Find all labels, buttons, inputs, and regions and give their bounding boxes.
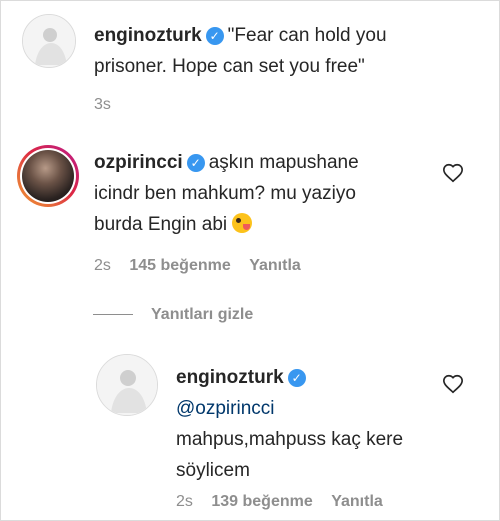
avatar-ozpirincci[interactable]	[17, 145, 79, 207]
verified-badge-icon: ✓	[186, 154, 205, 172]
reply-button[interactable]: Yanıtla	[331, 493, 383, 510]
reply-text-line2: söylicem	[176, 460, 250, 481]
comment-meta: 2s 145 beğenme Yanıtla	[94, 257, 301, 275]
reply-button[interactable]: Yanıtla	[249, 257, 301, 274]
reply-meta: 2s 139 beğenme Yanıtla	[176, 493, 383, 511]
heart-icon[interactable]	[442, 373, 464, 395]
zany-face-emoji	[232, 213, 253, 233]
avatar-photo	[22, 150, 74, 202]
comment-text-line2: prisoner. Hope can set you free"	[94, 56, 365, 77]
avatar-enginozturk[interactable]	[22, 14, 76, 68]
reply-username[interactable]: enginozturk	[176, 367, 284, 388]
hide-replies-toggle[interactable]: Yanıtları gizle	[93, 306, 253, 324]
hide-replies-label[interactable]: Yanıtları gizle	[151, 306, 253, 323]
comment-text-line1: aşkın mapushane	[208, 152, 359, 173]
mention-link[interactable]: @ozpirincci	[176, 398, 274, 419]
avatar-photo	[23, 15, 75, 67]
comment-time[interactable]: 2s	[94, 257, 111, 274]
reply-body: enginozturk ✓ @ozpirincci mahpus,mahpuss …	[176, 362, 436, 486]
comment-text-line2: icindr ben mahkum? mu yaziyo	[94, 183, 356, 204]
comment-meta: 3s	[94, 96, 111, 114]
avatar-enginozturk[interactable]	[96, 354, 158, 416]
likes-count[interactable]: 139 beğenme	[211, 493, 312, 510]
avatar-photo	[97, 355, 157, 415]
comment-username[interactable]: ozpirincci	[94, 152, 183, 173]
comment-body: enginozturk ✓ "Fear can hold you prisoner.…	[94, 20, 484, 82]
comment-time[interactable]: 3s	[94, 96, 111, 113]
comment-text-line3: burda Engin abi	[94, 214, 228, 235]
likes-count[interactable]: 145 beğenme	[129, 257, 230, 274]
verified-badge-icon: ✓	[205, 27, 224, 45]
heart-icon[interactable]	[442, 162, 464, 184]
comment-body: ozpirincci ✓ aşkın mapushane icindr ben ma…	[94, 147, 444, 240]
comment-text-line1: "Fear can hold you	[227, 25, 387, 46]
verified-badge-icon: ✓	[287, 369, 306, 387]
divider-line	[93, 314, 133, 316]
comment-username[interactable]: enginozturk	[94, 25, 202, 46]
reply-time[interactable]: 2s	[176, 493, 193, 510]
reply-text-line1: mahpus,mahpuss kaç kere	[176, 429, 404, 450]
